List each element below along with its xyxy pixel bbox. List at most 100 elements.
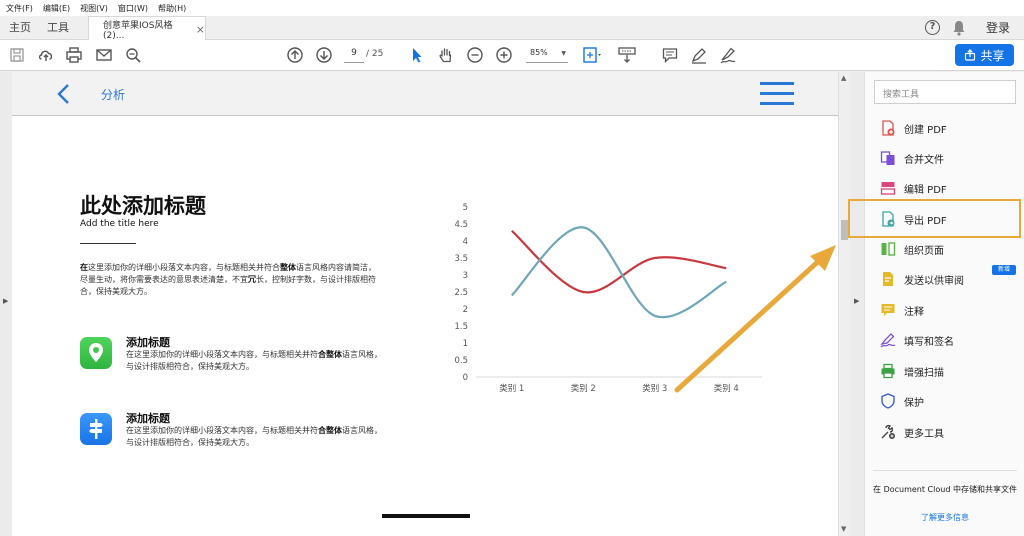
series-line-2 xyxy=(510,226,727,319)
tool-fill-sign[interactable]: 填写和签名 xyxy=(880,330,954,350)
chevron-down-icon: ▼ xyxy=(561,50,566,57)
feature-1-desc: 在这里添加你的详细小段落文本内容，与标题相关并符合整体语言风格，与设计排版相符合… xyxy=(126,350,382,371)
scroll-down-icon[interactable]: ▼ xyxy=(841,525,846,533)
edit-pdf-icon xyxy=(880,182,896,195)
hamburger-menu-icon xyxy=(760,82,794,105)
slide-header-title: 分析 xyxy=(101,88,126,102)
highlight-box xyxy=(848,199,1021,238)
tool-create-pdf[interactable]: 创建 PDF xyxy=(880,118,947,138)
document-cloud-text: 在 Document Cloud 中存储和共享文件 xyxy=(873,485,1017,494)
tool-label: 注释 xyxy=(904,306,924,318)
help-icon[interactable]: ? xyxy=(925,20,940,35)
fit-page-icon[interactable] xyxy=(582,46,604,64)
send-review-icon xyxy=(883,272,893,286)
tab-bar: 主页 工具 创意苹果IOS风格(2)... × ? 登录 xyxy=(0,16,1024,41)
search-zoom-icon[interactable] xyxy=(124,46,142,64)
menu-help[interactable]: 帮助(H) xyxy=(158,3,186,14)
vertical-scrollbar[interactable]: ▲ ▼ xyxy=(838,72,850,536)
feature-2-title: 添加标题 xyxy=(126,412,170,425)
y-tick-label: 3 xyxy=(463,271,468,281)
sign-icon[interactable] xyxy=(719,46,737,64)
tab-document-label: 创意苹果IOS风格(2)... xyxy=(103,20,173,41)
y-tick-label: 2 xyxy=(463,305,468,315)
highlight-pen-icon[interactable] xyxy=(690,46,708,64)
zoom-level-value: 85% xyxy=(530,48,548,57)
tool-send-review[interactable]: 发送以供审阅 xyxy=(880,269,964,289)
right-panel-toggle[interactable]: ▶ xyxy=(850,72,864,536)
scroll-up-icon[interactable]: ▲ xyxy=(841,74,846,82)
tool-label: 增强扫描 xyxy=(904,367,944,379)
x-tick-label: 类别 3 xyxy=(642,383,667,394)
bell-icon[interactable] xyxy=(952,20,966,36)
tool-edit-pdf[interactable]: 编辑 PDF xyxy=(880,178,947,198)
scrollbar-thumb[interactable] xyxy=(841,220,848,240)
tool-label: 发送以供审阅 xyxy=(904,275,964,287)
y-tick-label: 0 xyxy=(463,373,468,383)
tool-protect[interactable]: 保护 xyxy=(880,391,924,411)
signpost-icon xyxy=(80,413,112,445)
document-viewer[interactable]: 分析 此处添加标题 Add the title here 在这里添加你的详细小段… xyxy=(12,72,838,536)
tool-more-tools[interactable]: 更多工具 xyxy=(880,422,944,442)
menu-edit[interactable]: 编辑(E) xyxy=(43,3,70,14)
new-badge: 新增 xyxy=(992,265,1016,275)
tool-enhance-scan[interactable]: 增强扫描 xyxy=(880,361,944,381)
print-icon[interactable] xyxy=(65,46,83,64)
scroll-mode-icon[interactable] xyxy=(617,46,637,64)
share-button-label: 共享 xyxy=(980,48,1005,63)
tool-label: 填写和签名 xyxy=(904,336,954,348)
slide-title: 此处添加标题 xyxy=(80,194,206,218)
comment-icon xyxy=(881,304,895,316)
y-tick-label: 1.5 xyxy=(454,322,468,332)
login-button[interactable]: 登录 xyxy=(986,16,1010,40)
series-line-1 xyxy=(511,229,727,294)
menu-window[interactable]: 窗口(W) xyxy=(118,3,148,14)
hand-tool-icon[interactable] xyxy=(437,46,455,64)
share-icon xyxy=(965,49,976,61)
save-icon[interactable] xyxy=(8,46,26,64)
y-tick-label: 3.5 xyxy=(454,254,468,264)
cloud-upload-icon[interactable] xyxy=(37,46,55,64)
y-tick-label: 4.5 xyxy=(454,220,468,230)
select-cursor-icon[interactable] xyxy=(408,46,426,64)
tab-home[interactable]: 主页 xyxy=(9,16,31,40)
feature-2-desc: 在这里添加你的详细小段落文本内容，与标题相关并符合整体语言风格，与设计排版相符合… xyxy=(126,426,382,447)
slide-header: 分析 xyxy=(12,72,838,116)
tool-label: 创建 PDF xyxy=(904,124,947,136)
page-number-input[interactable]: 9 xyxy=(344,48,364,63)
tool-combine-files[interactable]: 合并文件 xyxy=(880,148,944,168)
create-pdf-icon xyxy=(882,120,895,136)
back-chevron-icon xyxy=(57,84,69,104)
email-icon[interactable] xyxy=(95,46,113,64)
close-icon[interactable]: × xyxy=(196,23,205,36)
panel-divider xyxy=(873,470,1017,471)
tool-label: 保护 xyxy=(904,397,924,409)
tab-document[interactable]: 创意苹果IOS风格(2)... × xyxy=(88,16,206,41)
tool-comment[interactable]: 注释 xyxy=(880,300,924,320)
chevron-right-icon: ▶ xyxy=(3,297,9,305)
tool-organize-pages[interactable]: 组织页面 xyxy=(880,239,944,259)
comment-icon[interactable] xyxy=(661,46,679,64)
y-tick-label: 0.5 xyxy=(454,356,468,366)
page-total: / 25 xyxy=(366,49,384,59)
zoom-out-icon[interactable] xyxy=(466,46,484,64)
menu-view[interactable]: 视图(V) xyxy=(80,3,108,14)
page-up-icon[interactable] xyxy=(286,46,304,64)
y-tick-label: 2.5 xyxy=(454,288,468,298)
search-tools-input[interactable]: 搜索工具 xyxy=(874,80,1016,104)
tab-tools[interactable]: 工具 xyxy=(47,16,69,40)
organize-pages-icon xyxy=(881,242,896,256)
zoom-in-icon[interactable] xyxy=(495,46,513,64)
y-tick-label: 4 xyxy=(463,237,468,247)
home-indicator-bar xyxy=(382,514,470,518)
left-panel-toggle[interactable]: ▶ xyxy=(0,72,12,536)
share-button[interactable]: 共享 xyxy=(955,44,1014,66)
menu-bar: 文件(F) 编辑(E) 视图(V) 窗口(W) 帮助(H) xyxy=(0,0,1024,16)
menu-file[interactable]: 文件(F) xyxy=(6,3,33,14)
more-tools-icon xyxy=(881,424,895,439)
zoom-level-select[interactable]: 85% ▼ xyxy=(526,48,568,63)
tool-label: 编辑 PDF xyxy=(904,184,947,196)
page-down-icon[interactable] xyxy=(315,46,333,64)
learn-more-link[interactable]: 了解更多信息 xyxy=(873,512,1017,523)
tool-label: 更多工具 xyxy=(904,428,944,440)
title-underline xyxy=(80,243,136,244)
